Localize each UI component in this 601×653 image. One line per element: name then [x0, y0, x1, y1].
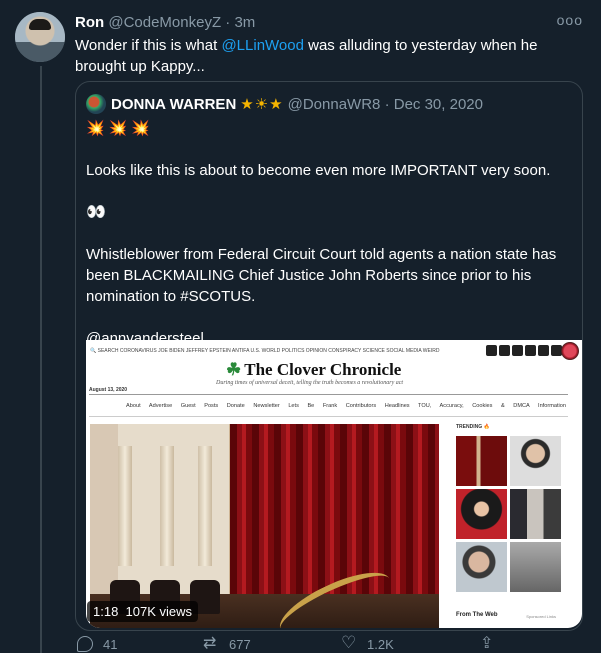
reply-count: 41	[103, 636, 118, 652]
tweet-text-start: Wonder if this is what	[75, 37, 222, 54]
thumbnail	[510, 542, 561, 592]
from-the-web-label: From The Web	[456, 612, 498, 618]
video-views: 107K views	[125, 604, 193, 619]
collision-emoji-icon: 💥💥💥	[86, 120, 155, 137]
heart-icon	[341, 633, 357, 653]
reply-button[interactable]: 41	[77, 636, 117, 652]
retweet-count: 677	[229, 636, 251, 652]
quote-body: 💥💥💥 Looks like this is about to become e…	[86, 118, 574, 349]
avatar-hair	[29, 19, 51, 30]
more-options-icon[interactable]: ooo	[557, 12, 583, 28]
site-tagline: During times of universal deceit, tellin…	[216, 380, 404, 386]
quote-line-important: Looks like this is about to become even …	[86, 162, 551, 179]
thread-line	[40, 66, 42, 653]
trending-label: TRENDING 🔥	[456, 424, 490, 430]
courtroom-photo	[90, 424, 439, 628]
trending-thumbnails	[456, 436, 561, 592]
thumbnail	[456, 436, 507, 486]
eyes-emoji-icon: 👀	[86, 204, 107, 221]
like-count: 1.2K	[367, 636, 394, 652]
tweet-time[interactable]: 3m	[234, 14, 255, 31]
avatar[interactable]	[15, 12, 65, 62]
thumbnail	[456, 542, 507, 592]
thumbnail	[456, 489, 507, 539]
quote-header: DONNA WARREN ★☀★ @DonnaWR8 · Dec 30, 202…	[86, 94, 483, 114]
divider	[89, 416, 568, 417]
quote-line-whistleblower: Whistleblower from Federal Circuit Court…	[86, 246, 557, 305]
site-top-nav: 🔍 SEARCH CORONAVIRUS JOE BIDEN JEFFREY E…	[90, 348, 440, 354]
share-icon	[479, 633, 495, 653]
like-button[interactable]: 1.2K	[341, 633, 394, 653]
quote-author-name: DONNA WARREN	[111, 95, 237, 113]
quoted-tweet[interactable]: DONNA WARREN ★☀★ @DonnaWR8 · Dec 30, 202…	[75, 81, 583, 631]
rose-icon	[561, 342, 579, 360]
star-emoji-icon: ★☀★	[240, 96, 284, 113]
quote-separator: ·	[384, 95, 390, 113]
pillar	[118, 446, 132, 566]
tweet-header: Ron @CodeMonkeyZ · 3m	[75, 14, 255, 31]
author-handle[interactable]: @CodeMonkeyZ	[108, 14, 221, 31]
site-date: August 13, 2020	[89, 387, 128, 393]
quote-avatar	[86, 94, 106, 114]
clover-icon: ☘	[226, 360, 242, 379]
trending-sidebar: TRENDING 🔥 From The Web Sponsored Links	[456, 424, 566, 628]
divider	[89, 394, 568, 395]
tweet-actions: 41 677 1.2K	[75, 633, 595, 653]
share-button[interactable]	[479, 633, 495, 653]
pillar	[198, 446, 212, 566]
quote-date: Dec 30, 2020	[393, 95, 483, 113]
mention-link[interactable]: @LLinWood	[221, 37, 304, 54]
site-logo: ☘ The Clover Chronicle	[226, 360, 402, 379]
video-media[interactable]: 🔍 SEARCH CORONAVIRUS JOE BIDEN JEFFREY E…	[86, 340, 582, 628]
separator: ·	[225, 14, 231, 31]
tweet-text: Wonder if this is what @LLinWood was all…	[75, 35, 585, 77]
quote-handle: @DonnaWR8	[287, 95, 381, 113]
video-stats-badge: 1:18 107K views	[87, 601, 199, 622]
reply-icon	[77, 636, 93, 652]
video-duration: 1:18	[93, 604, 119, 619]
sponsored-label: Sponsored Links	[526, 614, 556, 619]
retweet-button[interactable]: 677	[203, 633, 251, 653]
thumbnail	[510, 489, 561, 539]
pillar	[160, 446, 174, 566]
thumbnail	[510, 436, 561, 486]
retweet-icon	[203, 633, 219, 653]
author-name[interactable]: Ron	[75, 14, 104, 31]
site-nav: About Advertise Guest Posts Donate Newsl…	[126, 403, 567, 409]
